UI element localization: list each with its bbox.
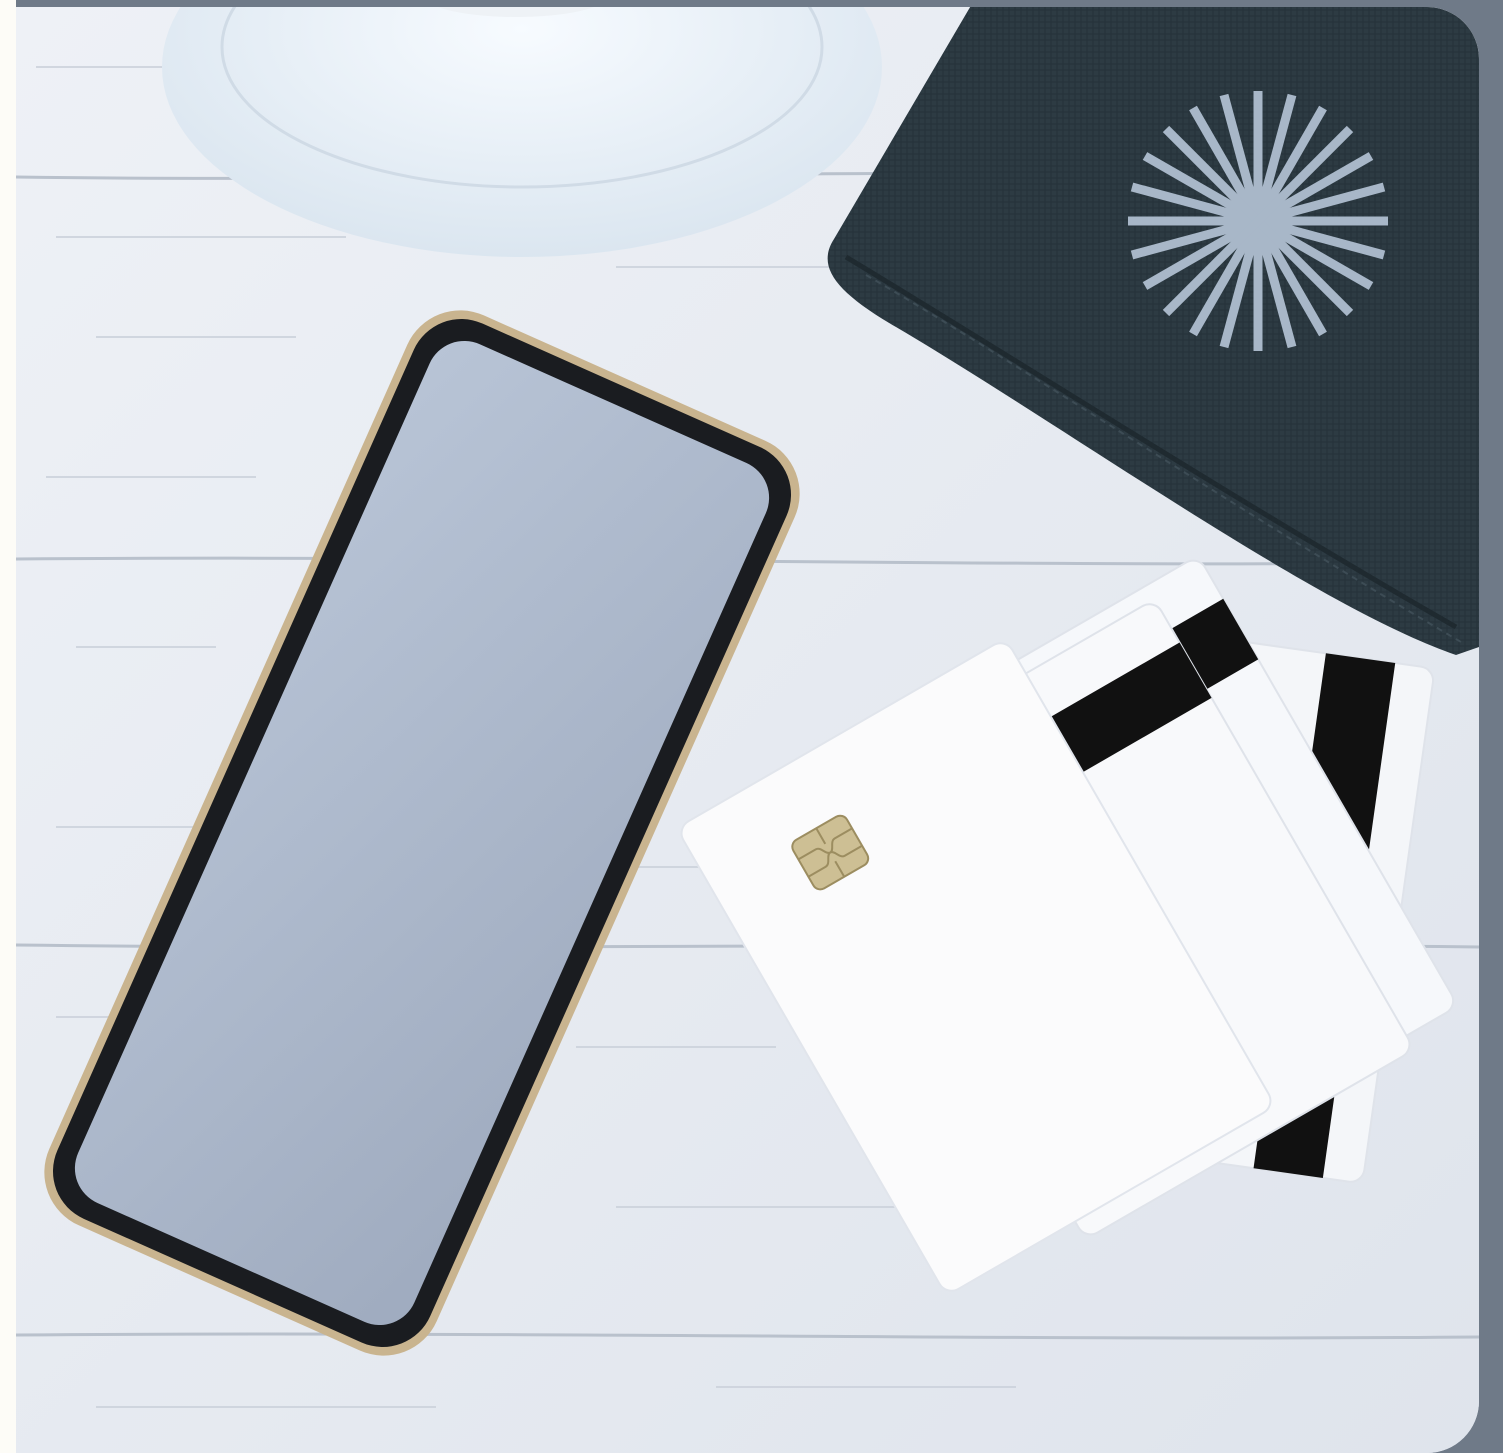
left-strip — [0, 0, 16, 1453]
starburst-icon — [1128, 91, 1388, 351]
photo-illustration — [16, 7, 1479, 1453]
photo — [16, 7, 1479, 1453]
photo-frame — [0, 0, 1503, 1453]
